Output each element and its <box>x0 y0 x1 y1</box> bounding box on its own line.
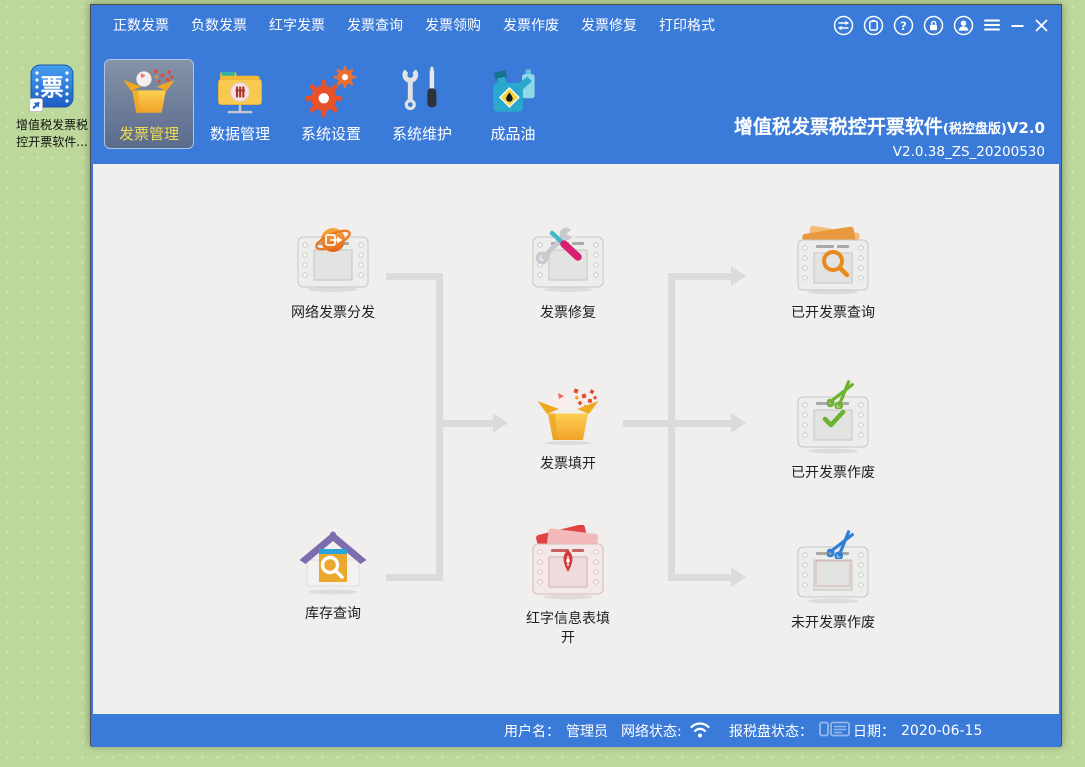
flow-connector <box>675 574 731 581</box>
toolbar: 发票管理 数据管理 系统设置 系统维护 成品油 增值税发票税控开票软件(税控盘版… <box>91 45 1061 164</box>
statusbar-tax-disk: 报税盘状态： <box>729 714 851 747</box>
status-bar: 用户名： 管理员 网络状态: 报税盘状态： 日期： 2020-06-15 <box>91 714 1061 747</box>
shortcut-label-line1: 增值税发票税 <box>15 118 88 132</box>
flow-node-unissued-invoice-void[interactable]: 未开发票作废 <box>773 529 893 633</box>
toolbar-item-label: 系统设置 <box>300 125 361 143</box>
tax-disk-icon <box>819 720 851 742</box>
wrench-screwdriver-icon <box>395 65 449 119</box>
tax-disk-label: 报税盘状态： <box>729 723 813 740</box>
desktop-shortcut-invoice-app[interactable]: 票 增值税发票税 控开票软件... <box>6 64 98 150</box>
menu-item-invoice-query[interactable]: 发票查询 <box>347 15 403 35</box>
house-search-icon <box>296 530 370 600</box>
menu-item-negative-invoice[interactable]: 负数发票 <box>191 15 247 35</box>
app-title-edition: (税控盘版) <box>942 122 1007 137</box>
statusbar-network: 网络状态: <box>621 714 712 747</box>
switch-user-icon[interactable] <box>833 15 854 36</box>
flow-connector <box>386 273 443 280</box>
network-label: 网络状态: <box>621 723 682 740</box>
menu-bar: 正数发票 负数发票 红字发票 发票查询 发票领购 发票作废 发票修复 打印格式 … <box>91 5 1061 45</box>
invoice-app-icon: 票 <box>29 64 75 116</box>
invoice-search-icon <box>791 223 875 299</box>
statusbar-date: 日期： 2020-06-15 <box>853 714 982 747</box>
help-icon[interactable]: ? <box>893 15 914 36</box>
toolbar-item-system-maintenance[interactable]: 系统维护 <box>377 59 467 149</box>
svg-text:?: ? <box>900 18 907 32</box>
toolbar-item-label: 数据管理 <box>209 125 270 143</box>
menu-item-invoice-void[interactable]: 发票作废 <box>503 15 559 35</box>
oil-can-icon <box>486 65 540 119</box>
app-window: 正数发票 负数发票 红字发票 发票查询 发票领购 发票作废 发票修复 打印格式 … <box>90 4 1062 747</box>
open-box-icon <box>535 386 601 450</box>
svg-text:票: 票 <box>41 75 64 101</box>
flow-node-label: 未开发票作废 <box>791 615 875 631</box>
flow-node-invoice-repair[interactable]: 发票修复 <box>508 223 628 323</box>
app-title: 增值税发票税控开票软件 <box>733 116 943 138</box>
gears-icon <box>304 65 358 119</box>
app-build-version: V2.0.38_ZS_20200530 <box>892 144 1045 160</box>
flow-node-label: 发票填开 <box>540 456 596 472</box>
toolbar-item-data-management[interactable]: 数据管理 <box>195 59 285 149</box>
close-icon[interactable] <box>1034 18 1049 33</box>
toolbar-item-system-settings[interactable]: 系统设置 <box>286 59 376 149</box>
menu-item-invoice-purchase[interactable]: 发票领购 <box>425 15 481 35</box>
flow-node-invoice-fill[interactable]: 发票填开 <box>508 386 628 474</box>
flow-node-label: 库存查询 <box>305 606 361 622</box>
flow-node-label: 已开发票查询 <box>791 305 875 321</box>
flow-node-issued-invoice-void[interactable]: 已开发票作废 <box>773 379 893 483</box>
flow-node-label: 已开发票作废 <box>791 465 875 481</box>
red-invoice-pen-icon <box>526 524 610 605</box>
invoice-repair-icon <box>526 223 610 299</box>
date-value: 2020-06-15 <box>901 722 983 739</box>
app-title-version: V2.0 <box>1006 119 1045 137</box>
shortcut-label-line2: 控开票软件... <box>16 135 88 149</box>
open-box-icon <box>122 65 176 119</box>
flow-connector <box>668 273 675 581</box>
menu-item-invoice-repair[interactable]: 发票修复 <box>581 15 637 35</box>
date-label: 日期： <box>853 723 895 740</box>
flow-node-inventory-query[interactable]: 库存查询 <box>273 530 393 624</box>
flow-node-label: 网络发票分发 <box>291 305 375 321</box>
invoice-scissors-check-icon <box>791 379 875 459</box>
statusbar-user: 用户名： 管理员 <box>504 714 608 747</box>
menu-icon[interactable] <box>983 17 1001 33</box>
user-value: 管理员 <box>566 723 608 740</box>
flow-node-label: 红字信息表填开 <box>526 611 610 646</box>
flow-node-network-invoice-distribute[interactable]: 网络发票分发 <box>273 223 393 323</box>
flow-node-red-letter-form-fill[interactable]: 红字信息表填开 <box>508 524 628 648</box>
flow-connector <box>436 273 443 581</box>
wifi-icon <box>688 719 712 742</box>
menu-item-print-format[interactable]: 打印格式 <box>659 15 715 35</box>
flow-connector <box>675 420 731 427</box>
main-content: 网络发票分发 发票修复 已开发票查询 发票填开 已开发票作废 库存查询 红字信息… <box>93 164 1059 714</box>
menu-item-red-letter-invoice[interactable]: 红字发票 <box>269 15 325 35</box>
flow-connector <box>386 574 443 581</box>
flow-arrowhead <box>493 413 508 433</box>
clipboard-icon[interactable] <box>863 15 884 36</box>
titlebar-controls: ? <box>833 5 1049 45</box>
minimize-icon[interactable] <box>1010 18 1025 33</box>
toolbar-item-label: 发票管理 <box>118 125 179 143</box>
account-icon[interactable] <box>953 15 974 36</box>
folder-data-icon <box>213 65 267 119</box>
flow-node-issued-invoice-query[interactable]: 已开发票查询 <box>773 223 893 323</box>
toolbar-item-label: 系统维护 <box>391 125 452 143</box>
toolbar-item-refined-oil[interactable]: 成品油 <box>468 59 558 149</box>
toolbar-item-invoice-management[interactable]: 发票管理 <box>104 59 194 149</box>
app-title-block: 增值税发票税控开票软件(税控盘版)V2.0 V2.0.38_ZS_2020053… <box>734 115 1045 162</box>
flow-arrowhead <box>731 413 746 433</box>
invoice-globe-icon <box>291 223 375 299</box>
flow-node-label: 发票修复 <box>540 305 596 321</box>
desktop: { "desktop": { "shortcut": { "icon": "in… <box>0 0 1085 767</box>
invoice-scissors-blue-icon <box>791 529 875 609</box>
user-label: 用户名： <box>504 723 560 740</box>
flow-connector <box>436 420 493 427</box>
flow-connector <box>675 273 731 280</box>
lock-icon[interactable] <box>923 15 944 36</box>
menu-item-positive-invoice[interactable]: 正数发票 <box>113 15 169 35</box>
flow-arrowhead <box>731 266 746 286</box>
flow-arrowhead <box>731 567 746 587</box>
toolbar-item-label: 成品油 <box>490 125 536 143</box>
